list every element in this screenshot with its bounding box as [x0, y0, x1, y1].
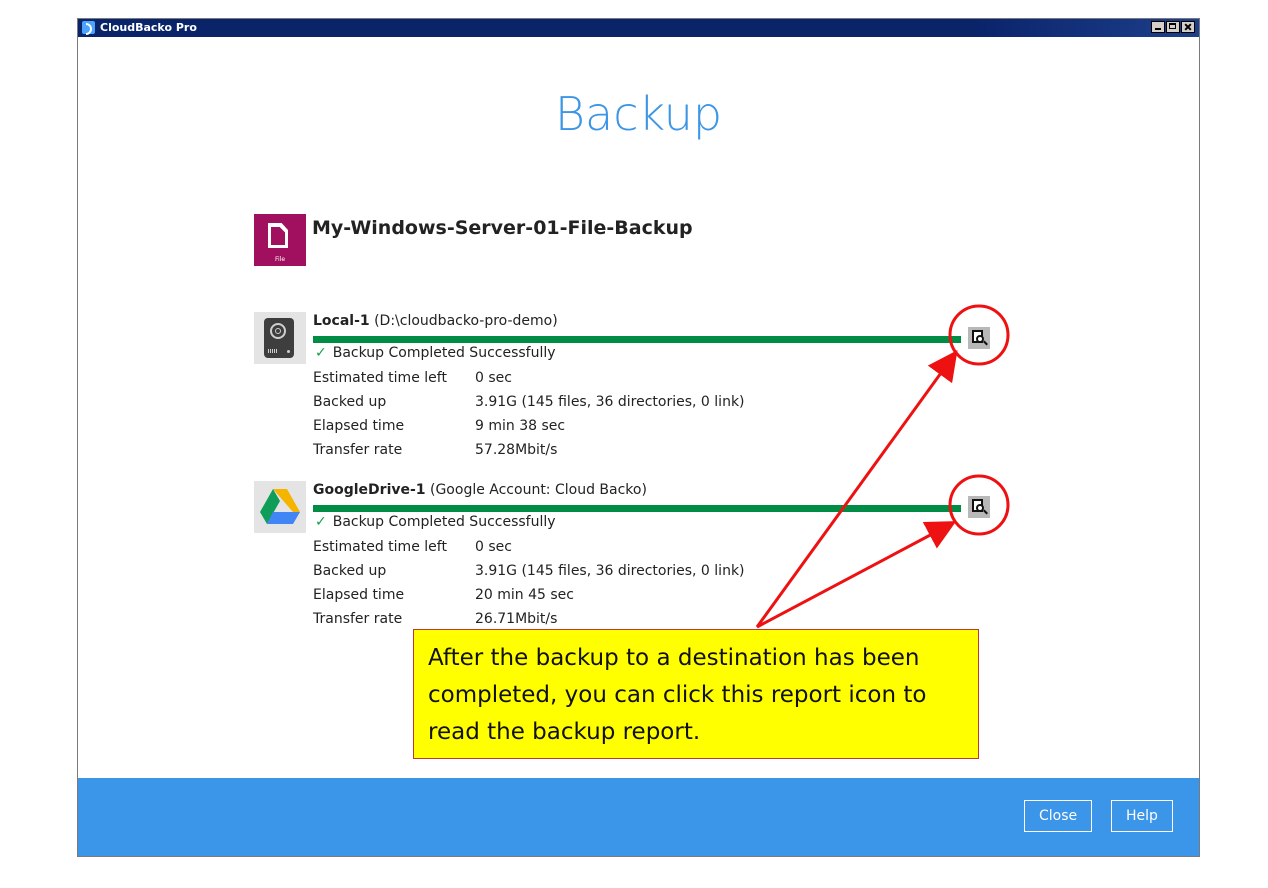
stat-label: Estimated time left: [313, 370, 447, 386]
progress-bar: [313, 505, 961, 512]
callout-note: After the backup to a destination has be…: [413, 629, 979, 759]
backup-set-icon-label: File: [274, 256, 286, 263]
stat-value: 57.28Mbit/s: [475, 442, 558, 458]
stat-row: Backed up 3.91G (145 files, 36 directorie…: [313, 563, 745, 579]
window-controls: [1150, 21, 1195, 33]
checkmark-icon: ✓: [315, 514, 327, 530]
stat-row: Estimated time left 0 sec: [313, 539, 512, 555]
stat-label: Elapsed time: [313, 418, 405, 434]
destination-name: Local-1 (D:\cloudbacko-pro-demo): [313, 313, 558, 329]
close-window-button[interactable]: [1181, 21, 1195, 33]
stat-value: 0 sec: [475, 539, 512, 555]
destination-detail: (D:\cloudbacko-pro-demo): [369, 313, 558, 329]
stat-row: Transfer rate 26.71Mbit/s: [313, 611, 557, 627]
close-button[interactable]: Close: [1024, 800, 1093, 832]
destination-title: Local-1: [313, 313, 370, 329]
stat-value: 20 min 45 sec: [475, 587, 574, 603]
stat-value: 9 min 38 sec: [475, 418, 566, 434]
destination-detail: (Google Account: Cloud Backo): [425, 482, 647, 498]
report-button[interactable]: [968, 327, 990, 349]
footer-bar: Close Help: [78, 778, 1199, 856]
backup-set-name: My-Windows-Server-01-File-Backup: [312, 217, 693, 239]
minimize-button[interactable]: [1151, 21, 1165, 33]
stat-row: Estimated time left 0 sec: [313, 370, 512, 386]
stat-label: Backed up: [313, 394, 387, 410]
stat-row: Transfer rate 57.28Mbit/s: [313, 442, 557, 458]
stat-value: 3.91G (145 files, 36 directories, 0 link…: [475, 394, 745, 410]
local-drive-icon: [254, 312, 306, 364]
destination-title: GoogleDrive-1: [313, 482, 426, 498]
title-bar[interactable]: CloudBacko Pro: [78, 19, 1199, 37]
file-backup-set-icon: File: [254, 214, 306, 266]
stat-label: Transfer rate: [313, 442, 403, 458]
page-title: Backup: [554, 87, 723, 141]
report-button[interactable]: [968, 496, 990, 518]
status-text: ✓ Backup Completed Successfully: [315, 514, 556, 530]
stat-row: Elapsed time 9 min 38 sec: [313, 418, 565, 434]
status-label: Backup Completed Successfully: [332, 514, 556, 530]
stat-label: Estimated time left: [313, 539, 447, 555]
stat-label: Backed up: [313, 563, 387, 579]
status-label: Backup Completed Successfully: [332, 345, 556, 361]
stat-label: Elapsed time: [313, 587, 405, 603]
stat-value: 26.71Mbit/s: [475, 611, 558, 627]
google-drive-icon: [254, 481, 306, 533]
stat-label: Transfer rate: [313, 611, 403, 627]
window-title: CloudBacko Pro: [100, 21, 197, 34]
stat-value: 0 sec: [475, 370, 512, 386]
help-button[interactable]: Help: [1111, 800, 1173, 832]
progress-bar: [313, 336, 961, 343]
destination-name: GoogleDrive-1 (Google Account: Cloud Bac…: [313, 482, 647, 498]
stat-row: Backed up 3.91G (145 files, 36 directorie…: [313, 394, 745, 410]
status-text: ✓ Backup Completed Successfully: [315, 345, 556, 361]
stat-value: 3.91G (145 files, 36 directories, 0 link…: [475, 563, 745, 579]
stat-row: Elapsed time 20 min 45 sec: [313, 587, 574, 603]
maximize-button[interactable]: [1166, 21, 1180, 33]
checkmark-icon: ✓: [315, 345, 327, 361]
cloudbacko-logo-icon: [82, 21, 95, 35]
